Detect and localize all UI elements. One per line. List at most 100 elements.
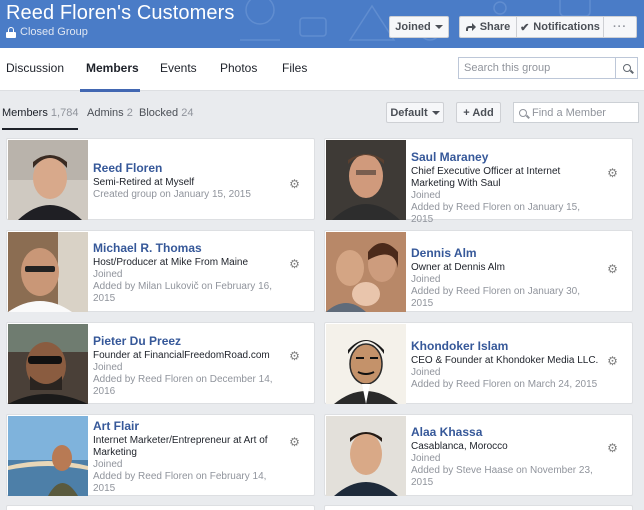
group-title[interactable]: Reed Floren's Customers bbox=[6, 2, 234, 25]
tab-photos[interactable]: Photos bbox=[220, 61, 257, 75]
blocked-count: 24 bbox=[181, 107, 194, 119]
member-title: Founder at FinancialFreedomRoad.com bbox=[93, 350, 270, 361]
member-avatar[interactable] bbox=[326, 140, 406, 220]
member-name[interactable]: Michael R. Thomas bbox=[93, 241, 281, 255]
gear-icon[interactable]: ⚙ bbox=[289, 436, 300, 448]
member-title: Semi-Retired at Myself bbox=[93, 177, 195, 188]
lock-icon bbox=[6, 26, 16, 38]
members-filter-label: Members bbox=[2, 107, 48, 119]
member-photo bbox=[326, 140, 406, 220]
notifications-label: Notifications bbox=[533, 21, 600, 33]
blocked-filter[interactable]: Blocked 24 bbox=[139, 107, 193, 119]
member-avatar[interactable] bbox=[326, 324, 406, 404]
group-privacy-label: Closed Group bbox=[20, 26, 88, 38]
member-name[interactable]: Art Flair bbox=[93, 419, 281, 433]
group-search bbox=[458, 57, 638, 79]
member-title: Casablanca, Morocco bbox=[411, 441, 508, 452]
member-card: Saul Maraney Chief Executive Officer at … bbox=[324, 138, 633, 225]
member-title-continued: Marketing With Saul bbox=[411, 178, 501, 189]
member-name[interactable]: Pieter Du Preez bbox=[93, 334, 281, 348]
member-added-info: Added by Milan Lukovič on February 16, 2… bbox=[93, 281, 272, 304]
member-title: Host/Producer at Mike From Maine bbox=[93, 257, 249, 268]
gear-icon[interactable]: ⚙ bbox=[607, 355, 618, 367]
chevron-down-icon bbox=[431, 110, 440, 115]
tab-files[interactable]: Files bbox=[282, 61, 307, 75]
member-added-info: Added by Reed Floren on December 14, 201… bbox=[93, 374, 273, 397]
check-icon: ✔ bbox=[520, 21, 530, 34]
find-member bbox=[513, 102, 639, 123]
member-card: Pieter Du Preez Founder at FinancialFree… bbox=[6, 322, 315, 404]
admins-filter[interactable]: Admins 2 bbox=[87, 107, 133, 119]
member-avatar[interactable] bbox=[8, 324, 88, 404]
member-avatar[interactable] bbox=[8, 232, 88, 312]
member-added-info: Added by Reed Floren on March 24, 2015 bbox=[411, 379, 598, 390]
admins-count: 2 bbox=[126, 107, 133, 119]
member-title: Owner at Dennis Alm bbox=[411, 262, 505, 273]
tab-members[interactable]: Members bbox=[86, 61, 139, 75]
gear-icon[interactable]: ⚙ bbox=[289, 350, 300, 362]
notifications-button[interactable]: ✔ Notifications bbox=[516, 16, 604, 38]
member-card-partial bbox=[6, 505, 315, 510]
member-name[interactable]: Khondoker Islam bbox=[411, 339, 599, 353]
add-member-button[interactable]: + Add bbox=[456, 102, 501, 123]
member-card: Art Flair Internet Marketer/Entrepreneur… bbox=[6, 414, 315, 496]
gear-icon[interactable]: ⚙ bbox=[289, 258, 300, 270]
member-card-partial bbox=[324, 505, 633, 510]
tab-events[interactable]: Events bbox=[160, 61, 197, 75]
member-card: Khondoker Islam CEO & Founder at Khondok… bbox=[324, 322, 633, 404]
chevron-down-icon bbox=[434, 25, 443, 29]
member-photo bbox=[326, 324, 406, 404]
member-name[interactable]: Saul Maraney bbox=[411, 150, 599, 164]
share-button[interactable]: Share bbox=[459, 16, 517, 38]
members-count: 1,784 bbox=[50, 107, 79, 119]
member-status: Joined bbox=[411, 453, 441, 464]
gear-icon[interactable]: ⚙ bbox=[607, 263, 618, 275]
share-icon bbox=[465, 23, 476, 31]
member-name[interactable]: Alaa Khassa bbox=[411, 425, 599, 439]
member-added-info: Added by Reed Floren on January 15, 2015 bbox=[411, 202, 580, 225]
member-name[interactable]: Reed Floren bbox=[93, 161, 281, 175]
member-status: Joined bbox=[93, 459, 123, 470]
add-member-label: + Add bbox=[463, 106, 494, 119]
gear-icon[interactable]: ⚙ bbox=[289, 178, 300, 190]
member-avatar[interactable] bbox=[8, 140, 88, 220]
member-photo bbox=[8, 416, 88, 496]
blocked-filter-label: Blocked bbox=[139, 107, 179, 119]
member-card: Alaa Khassa Casablanca, Morocco Joined A… bbox=[324, 414, 633, 496]
member-avatar[interactable] bbox=[8, 416, 88, 496]
group-search-input[interactable] bbox=[459, 58, 609, 78]
members-filter[interactable]: Members 1,784 bbox=[2, 107, 78, 119]
member-photo bbox=[8, 232, 88, 312]
search-icon bbox=[622, 64, 631, 72]
joined-button[interactable]: Joined bbox=[389, 16, 449, 38]
member-added-info: Added by Reed Floren on February 14, 201… bbox=[93, 471, 267, 494]
gear-icon[interactable]: ⚙ bbox=[607, 442, 618, 454]
more-options-icon: ··· bbox=[613, 21, 627, 33]
member-title: Internet Marketer/Entrepreneur at Art of bbox=[93, 435, 268, 446]
more-options-button[interactable]: ··· bbox=[603, 16, 637, 38]
member-status: Joined bbox=[411, 274, 441, 285]
member-status: Joined bbox=[411, 190, 441, 201]
members-toolbar: Members 1,784 Admins 2 Blocked 24 Defaul… bbox=[0, 92, 644, 132]
find-member-input[interactable] bbox=[532, 106, 632, 119]
member-added-info: Added by Reed Floren on January 30, 2015 bbox=[411, 286, 580, 309]
member-added-info: Created group on January 15, 2015 bbox=[93, 189, 251, 200]
member-status: Joined bbox=[411, 367, 441, 378]
member-status: Joined bbox=[93, 362, 123, 373]
member-added-info: Added by Steve Haase on November 23, 201… bbox=[411, 465, 593, 488]
member-avatar[interactable] bbox=[326, 416, 406, 496]
member-avatar[interactable] bbox=[326, 232, 406, 312]
search-icon bbox=[519, 108, 527, 117]
member-title: CEO & Founder at Khondoker Media LLC. bbox=[411, 355, 599, 366]
member-name[interactable]: Dennis Alm bbox=[411, 246, 599, 260]
group-search-button[interactable] bbox=[615, 58, 637, 78]
tab-discussion[interactable]: Discussion bbox=[6, 61, 64, 75]
member-title: Chief Executive Officer at Internet bbox=[411, 166, 561, 177]
sort-dropdown[interactable]: Default bbox=[386, 102, 444, 123]
gear-icon[interactable]: ⚙ bbox=[607, 167, 618, 179]
group-nav: Discussion Members Events Photos Files bbox=[0, 48, 644, 92]
members-filter-indicator bbox=[2, 128, 78, 130]
group-cover: Reed Floren's Customers Closed Group Joi… bbox=[0, 0, 644, 48]
sort-label: Default bbox=[390, 106, 428, 119]
member-photo bbox=[326, 416, 406, 496]
